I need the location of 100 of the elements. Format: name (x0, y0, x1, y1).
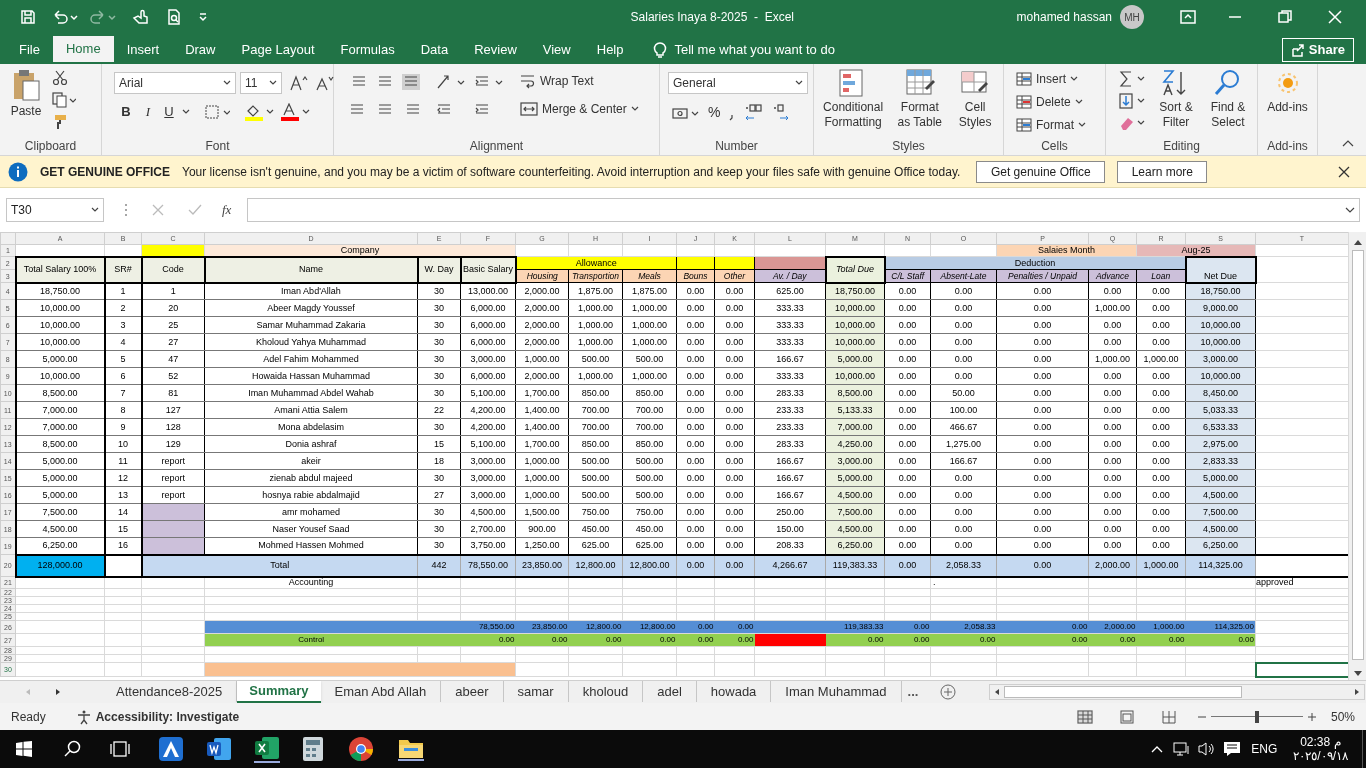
name-box[interactable]: T30 (6, 198, 104, 222)
scroll-left-icon[interactable] (993, 688, 1002, 696)
number-format-field[interactable]: General (668, 72, 808, 94)
percent-button[interactable]: % (708, 102, 721, 123)
ribbon-button[interactable]: Paste (4, 68, 48, 119)
underline-button[interactable]: U (162, 102, 176, 122)
notification-icon[interactable] (1223, 741, 1242, 757)
network-icon[interactable] (1173, 741, 1192, 757)
page-break-icon[interactable] (1160, 709, 1177, 724)
menu-tab[interactable]: File (6, 36, 53, 64)
clock-date[interactable]: ٢٠٢٥/٠٩/١٨ (1293, 749, 1348, 763)
expand-icon[interactable] (1345, 206, 1355, 214)
next-sheet-icon[interactable] (54, 688, 62, 696)
menu-tab[interactable]: Help (583, 36, 637, 64)
menu-tab[interactable]: Insert (113, 36, 173, 64)
calculator-app-icon[interactable] (302, 736, 324, 762)
save-icon[interactable] (20, 9, 36, 25)
grow-font-icon[interactable] (290, 75, 308, 91)
menu-tab[interactable]: Data (407, 36, 462, 64)
menu-tab[interactable]: View (529, 36, 584, 64)
merge-center-button[interactable]: Merge & Center (520, 100, 639, 118)
ribbon-button[interactable]: Delete (1016, 93, 1086, 111)
font-size-field[interactable]: 11 (240, 72, 282, 94)
caret-icon[interactable] (1070, 76, 1078, 82)
font-color-icon[interactable] (280, 102, 310, 121)
message-button[interactable]: Get genuine Office (976, 160, 1106, 183)
increase-decimal-icon[interactable] (744, 103, 765, 122)
menu-tab[interactable]: Formulas (327, 36, 408, 64)
scroll-up-icon[interactable] (1352, 238, 1363, 246)
accessibility-button[interactable]: Accessibility: Investigate (75, 707, 240, 726)
chrome-app-icon[interactable] (348, 736, 374, 762)
search-icon[interactable] (64, 740, 82, 758)
zoom-slider[interactable] (1210, 710, 1303, 723)
sheet-tab[interactable]: Summary (237, 681, 321, 703)
tell-me-search[interactable]: Tell me what you want to do (674, 40, 835, 60)
undo-icon[interactable] (52, 9, 78, 25)
add-sheet-icon[interactable] (940, 684, 957, 700)
zoom-in-icon[interactable] (1306, 711, 1317, 722)
insert-function-button[interactable]: fx (222, 200, 232, 220)
share-button[interactable]: Share (1281, 38, 1354, 62)
ribbon-button[interactable]: Cell Styles (951, 68, 999, 130)
ribbon-display-icon[interactable] (1180, 10, 1196, 24)
menu-tab[interactable]: Home (52, 36, 114, 64)
orientation-icon[interactable] (436, 74, 466, 90)
ribbon-button[interactable]: Format as Table (892, 68, 948, 130)
normal-view-icon[interactable] (1076, 709, 1093, 724)
windows-start-icon[interactable] (16, 741, 32, 757)
wrap-text-button[interactable]: Wrap Text (520, 72, 639, 90)
print-preview-icon[interactable] (166, 9, 182, 25)
clock-time[interactable]: 02:38 (1300, 735, 1331, 749)
ribbon-button[interactable]: Format (1016, 116, 1086, 134)
formula-input[interactable] (247, 198, 1360, 222)
caret-icon[interactable] (795, 80, 803, 86)
message-button[interactable]: Learn more (1117, 160, 1208, 183)
word-app-icon[interactable] (206, 736, 232, 762)
caret-icon[interactable] (269, 80, 277, 86)
task-view-icon[interactable] (110, 740, 130, 758)
collapse-ribbon-icon[interactable] (1342, 139, 1354, 147)
page-layout-icon[interactable] (1118, 709, 1135, 724)
sheet-tab[interactable]: adel (643, 681, 697, 702)
caret-icon[interactable] (630, 106, 639, 112)
sheet-tab[interactable]: howada (696, 681, 772, 702)
language-indicator[interactable]: ENG (1251, 740, 1278, 758)
caret-icon[interactable] (1074, 99, 1083, 105)
sheet-tab[interactable]: Eman Abd Allah (320, 681, 442, 702)
show-hidden-icon[interactable] (1151, 745, 1164, 753)
zoom-level[interactable]: 50% (1330, 707, 1355, 726)
shrink-font-icon[interactable] (316, 75, 334, 91)
clock-period[interactable]: م (1334, 735, 1342, 749)
touch-mode-icon[interactable] (132, 9, 150, 25)
font-name-field[interactable]: Arial (114, 72, 236, 94)
customize-caret-icon[interactable] (198, 12, 208, 22)
caret-icon[interactable] (182, 108, 190, 115)
ribbon-button[interactable]: Find & Select (1204, 68, 1252, 130)
menu-tab[interactable]: Draw (172, 36, 229, 64)
close-icon[interactable] (1338, 165, 1350, 178)
caret-icon[interactable] (223, 80, 231, 86)
bold-button[interactable]: B (118, 102, 134, 122)
menu-tab[interactable]: Review (461, 36, 530, 64)
more-sheets-button[interactable]: ... (901, 681, 925, 702)
ribbon-button[interactable]: Sort & Filter (1152, 68, 1200, 130)
caret-icon[interactable] (1078, 122, 1086, 128)
user-avatar[interactable]: MH (1120, 5, 1144, 29)
sheet-tab[interactable]: samar (503, 681, 569, 702)
menu-tab[interactable]: Page Layout (228, 36, 328, 64)
folder-app-icon[interactable] (398, 737, 424, 761)
italic-button[interactable]: I (140, 102, 156, 122)
scrollbar-thumb[interactable] (1351, 250, 1364, 660)
triangle-app-icon[interactable] (158, 736, 184, 762)
sheet-tab[interactable]: abeer (441, 681, 504, 702)
ribbon-button[interactable]: Conditional Formatting (818, 68, 889, 130)
maximize-icon[interactable] (1278, 10, 1292, 24)
excel-app-icon[interactable] (254, 735, 280, 763)
ribbon-button[interactable]: Add-ins (1262, 68, 1313, 115)
caret-icon[interactable] (91, 207, 99, 213)
volume-icon[interactable] (1197, 741, 1216, 757)
ribbon-button[interactable]: Insert (1016, 70, 1086, 88)
scroll-down-icon[interactable] (1352, 670, 1363, 678)
scrollbar-thumb[interactable] (1004, 686, 1243, 698)
copy-icon[interactable] (52, 92, 76, 108)
